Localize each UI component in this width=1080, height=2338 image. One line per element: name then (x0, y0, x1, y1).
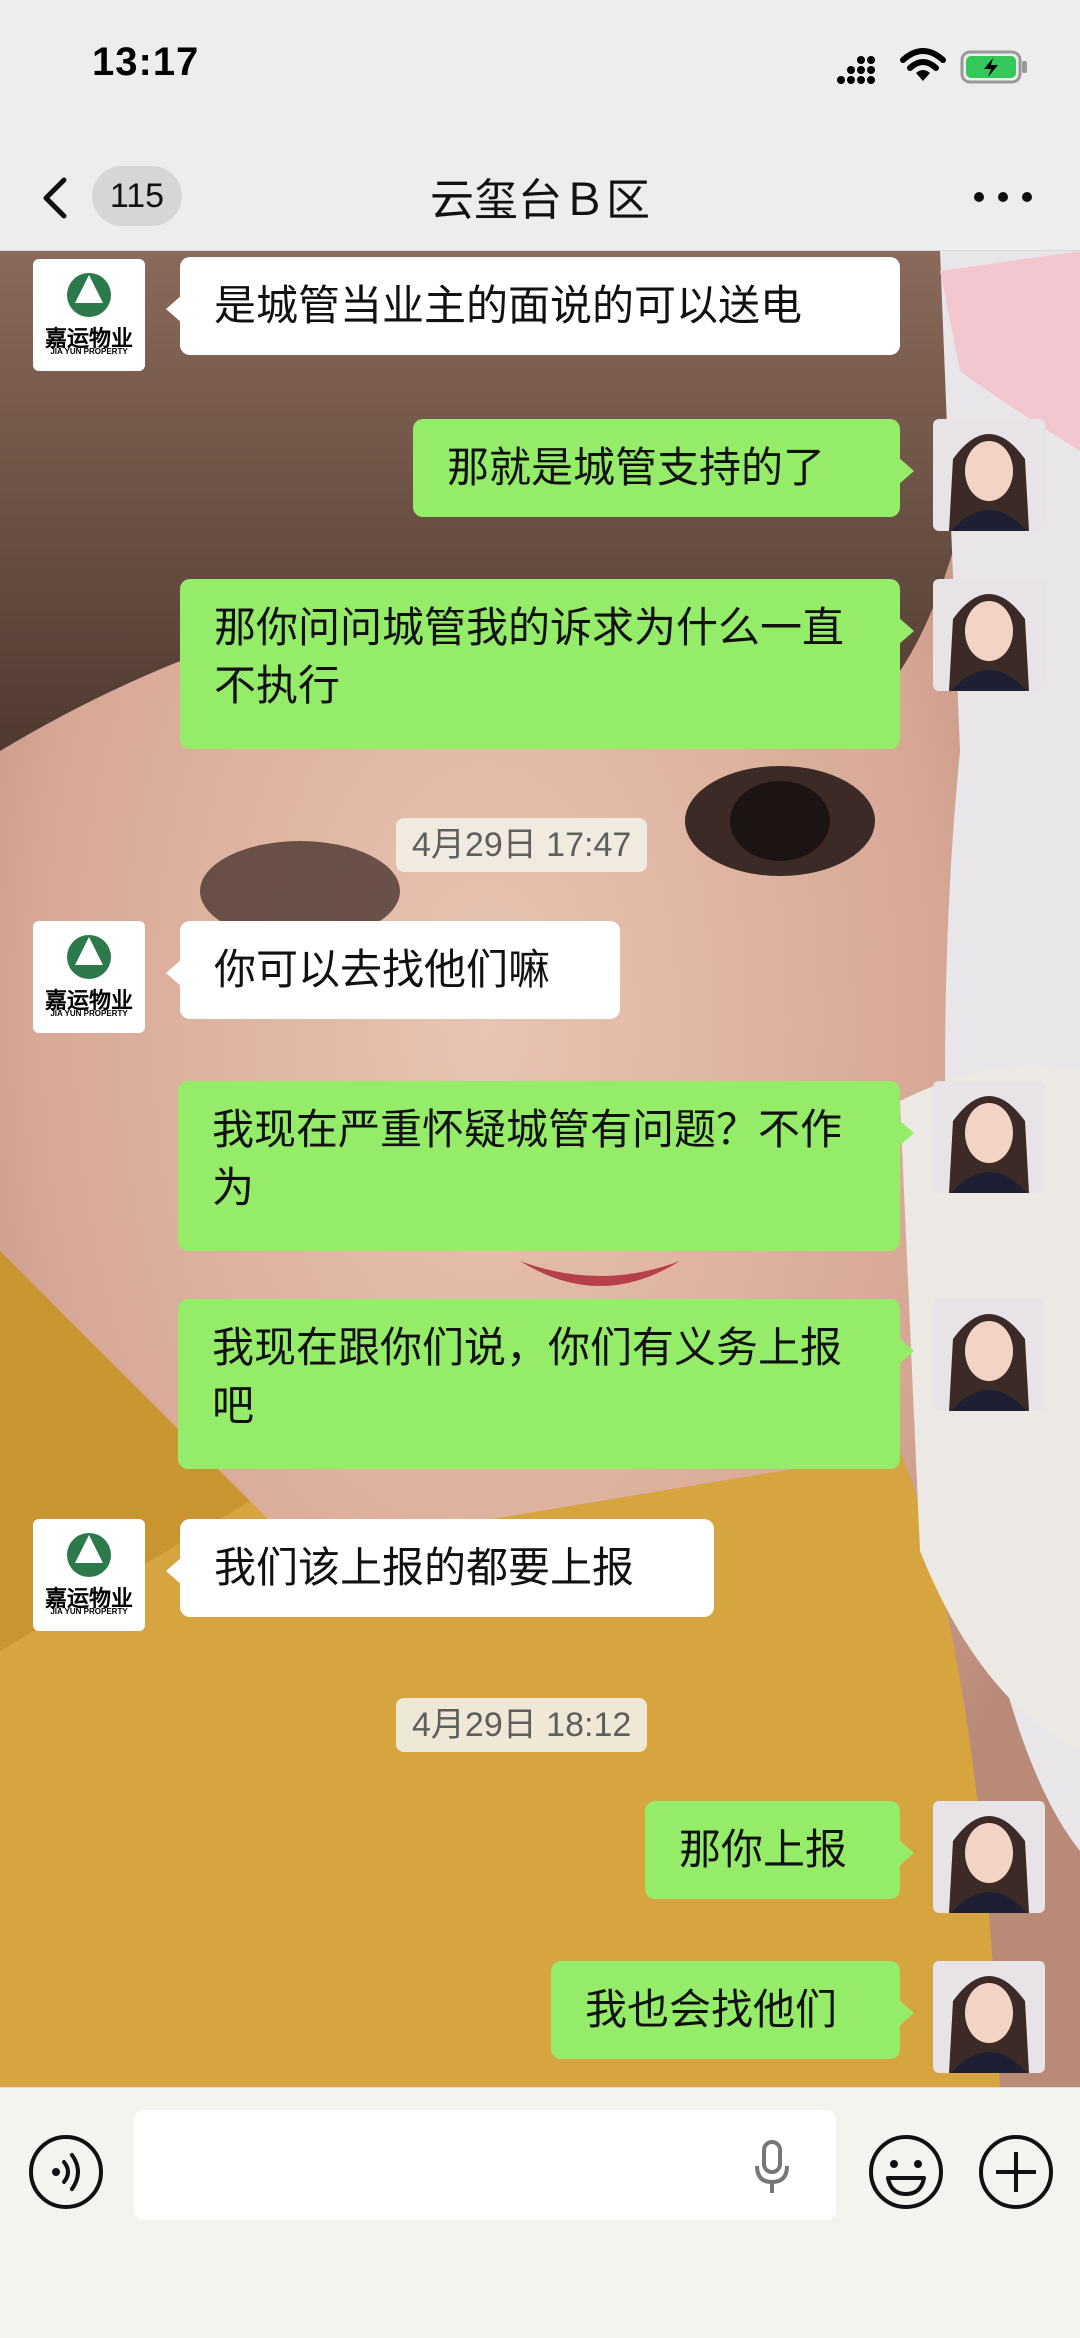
signal-icon (837, 56, 875, 84)
user-photo-icon (933, 1299, 1045, 1411)
logo-en: JIA YUN PROPERTY (50, 1607, 128, 1616)
voice-icon[interactable] (26, 2132, 106, 2212)
user-photo-icon (933, 1081, 1045, 1193)
nav-bar: 115 云玺台Ｂ区 (0, 140, 1080, 251)
message-bubble-out[interactable]: 那你问问城管我的诉求为什么一直不执行 (180, 579, 914, 749)
status-time: 13:17 (92, 40, 200, 84)
emoji-icon[interactable] (866, 2132, 946, 2212)
message-bubble-out[interactable]: 那就是城管支持的了 (413, 419, 914, 517)
my-avatar[interactable] (933, 1081, 1045, 1193)
message-bubble-in[interactable]: 我们该上报的都要上报 (166, 1519, 714, 1617)
plus-icon[interactable] (976, 2132, 1056, 2212)
contact-avatar[interactable]: 嘉运物业 JIA YUN PROPERTY (33, 921, 145, 1033)
time-stamp: 4月29日 17:47 (396, 818, 648, 872)
message-input[interactable] (134, 2110, 836, 2220)
unread-count-badge: 115 (92, 166, 182, 226)
contact-avatar[interactable]: 嘉运物业 JIA YUN PROPERTY (33, 259, 145, 371)
message-bubble-in[interactable]: 是城管当业主的面说的可以送电 (166, 257, 900, 355)
message-bubble-in[interactable]: 你可以去找他们嘛 (166, 921, 620, 1019)
my-avatar[interactable] (933, 419, 1045, 531)
user-photo-icon (933, 579, 1045, 691)
message-bubble-out[interactable]: 我也会找他们 (551, 1961, 914, 2059)
user-photo-icon (933, 1801, 1045, 1913)
my-avatar[interactable] (933, 1299, 1045, 1411)
contact-avatar[interactable]: 嘉运物业 JIA YUN PROPERTY (33, 1519, 145, 1631)
chat-area[interactable]: 嘉运物业 JIA YUN PROPERTY 是城管当业主的面说的可以送电 那就是… (0, 251, 1080, 2087)
user-photo-icon (933, 1961, 1045, 2073)
my-avatar[interactable] (933, 1801, 1045, 1913)
logo-en: JIA YUN PROPERTY (50, 347, 128, 356)
logo-en: JIA YUN PROPERTY (50, 1009, 128, 1018)
back-button[interactable]: 115 (40, 166, 190, 226)
user-photo-icon (933, 419, 1045, 531)
more-dots-icon (974, 192, 984, 202)
time-stamp: 4月29日 18:12 (396, 1698, 648, 1752)
wifi-icon (900, 48, 946, 81)
mic-icon[interactable] (752, 2140, 792, 2196)
status-bar: 13:17 (0, 0, 1080, 140)
more-button[interactable] (970, 174, 1040, 218)
message-bubble-out[interactable]: 那你上报 (645, 1801, 914, 1899)
my-avatar[interactable] (933, 579, 1045, 691)
battery-icon (960, 50, 1027, 84)
message-bubble-out[interactable]: 我现在跟你们说，你们有义务上报吧 (178, 1299, 914, 1469)
chevron-left-icon (43, 177, 67, 219)
message-bubble-out[interactable]: 我现在严重怀疑城管有问题？不作为 (178, 1081, 914, 1251)
my-avatar[interactable] (933, 1961, 1045, 2073)
input-bar (0, 2087, 1080, 2338)
